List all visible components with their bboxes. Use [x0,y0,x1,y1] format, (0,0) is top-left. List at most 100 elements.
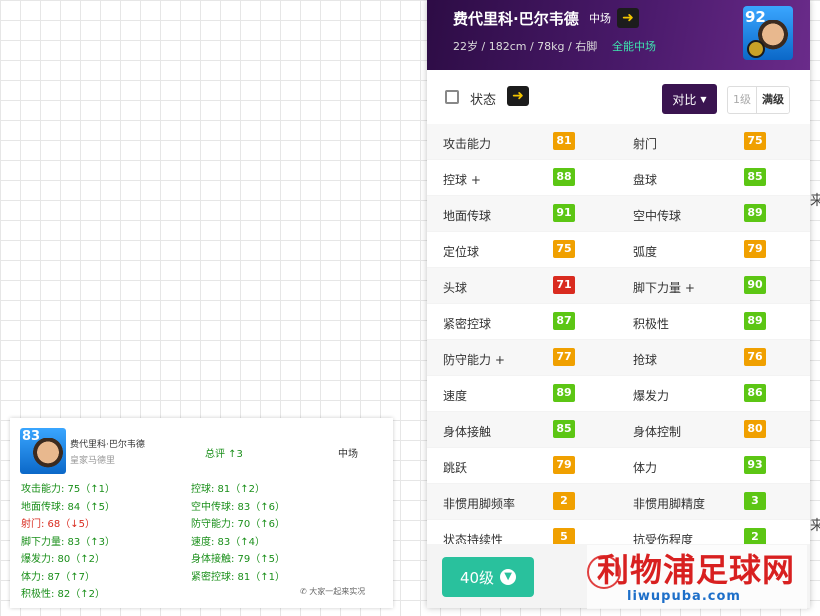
stat-cell: 脚下力量 + 90 [618,268,809,303]
stat-value-badge: 86 [744,384,766,402]
condition-icon [445,90,459,104]
stat-cell: 防守能力 + 77 [427,340,618,375]
stat-row: 地面传球 91 空中传球 89 [427,196,810,232]
level-select-button[interactable]: 40级 ▼ [442,557,534,597]
wechat-icon: ✆ [300,587,310,596]
mini-stat: 攻击能力: 75（↑1） [21,484,116,495]
mini-stat: 紧密控球: 81（↑1） [191,571,286,583]
stat-value-badge: 85 [744,168,766,186]
stat-label: 速度 [443,389,468,403]
stat-value-badge: 89 [744,312,766,330]
stat-label: 盘球 [633,173,658,187]
player-panel: 费代里科·巴尔韦德 中场 ➜ 22岁 / 182cm / 78kg / 右脚 全… [427,0,810,608]
stat-cell: 空中传球 89 [618,196,809,231]
stat-label: 身体控制 [633,425,682,439]
stat-cell: 非惯用脚频率 2 [427,484,618,519]
stat-value-badge: 79 [744,240,766,258]
stat-cell: 攻击能力 81 [427,124,618,159]
stat-value-badge: 88 [553,168,575,186]
stat-label: 攻击能力 [443,137,492,151]
mini-stat: 地面传球: 84（↑5） [21,501,116,513]
watermark-url: liwupuba.com [627,589,741,604]
level-button-label: 40级 [459,568,495,587]
stat-value-badge: 90 [744,276,766,294]
level-1-option[interactable]: 1级 [728,87,756,113]
wechat-text: 大家一起来实况 [309,587,366,596]
mini-card-image: 83 [20,428,66,474]
mini-player-card: 83 费代里科·巴尔韦德 皇家马德里 总评 ↑3 中场 攻击能力: 75（↑1）… [10,418,393,608]
stat-label: 控球 + [443,173,481,187]
stat-label: 地面传球 [443,209,492,223]
stat-cell: 非惯用脚精度 3 [618,484,809,519]
state-arrow-icon[interactable]: ➜ [507,86,529,106]
state-label: 状态 [470,93,497,108]
stat-cell: 头球 71 [427,268,618,303]
stat-row: 紧密控球 87 积极性 89 [427,304,810,340]
player-header: 费代里科·巴尔韦德 中场 ➜ 22岁 / 182cm / 78kg / 右脚 全… [427,0,810,70]
mini-stat: 体力: 87（↑7） [21,571,96,583]
stat-value-badge: 79 [553,456,575,474]
stat-label: 脚下力量 + [633,281,695,295]
stat-label: 射门 [633,137,658,151]
stats-table: 攻击能力 81 射门 75 控球 + 88 盘球 85 地面传球 91 空中传球 89 定位球 75 弧度 7… [427,124,810,556]
stat-value-badge: 81 [553,132,575,150]
stat-value-badge: 2 [553,492,575,510]
stat-value-badge: 93 [744,456,766,474]
stat-value-badge: 89 [553,384,575,402]
mini-stat: 爆发力: 80（↑2） [21,554,106,565]
stat-row: 非惯用脚频率 2 非惯用脚精度 3 [427,484,810,520]
mini-stat: 空中传球: 83（↑6） [191,501,286,513]
stat-row: 身体接触 85 身体控制 80 [427,412,810,448]
stat-value-badge: 91 [553,204,575,222]
stat-value-badge: 75 [553,240,575,258]
stat-label: 非惯用脚精度 [633,497,706,511]
stat-label: 非惯用脚频率 [443,497,516,511]
stat-label: 体力 [633,461,658,475]
stat-cell: 弧度 79 [618,232,809,267]
stat-value-badge: 89 [744,204,766,222]
mini-avatar [32,438,64,474]
stat-label: 头球 [443,281,468,295]
watermark-title: 利物浦足球网 [597,551,796,589]
stat-cell: 地面传球 91 [427,196,618,231]
mini-stat: 速度: 83（↑4） [191,536,266,548]
stat-cell: 积极性 89 [618,304,809,339]
stat-label: 积极性 [633,317,670,331]
stat-value-badge: 77 [553,348,575,366]
stat-row: 速度 89 爆发力 86 [427,376,810,412]
stat-label: 抢球 [633,353,658,367]
stat-cell: 身体接触 85 [427,412,618,447]
stat-row: 防守能力 + 77 抢球 76 [427,340,810,376]
compare-button[interactable]: 对比 ▼ [662,84,717,114]
stat-row: 头球 71 脚下力量 + 90 [427,268,810,304]
stat-row: 控球 + 88 盘球 85 [427,160,810,196]
stat-cell: 体力 93 [618,448,809,483]
player-role: 全能中场 [612,40,656,53]
stat-cell: 爆发力 86 [618,376,809,411]
wechat-label: ✆ 大家一起来实况 [300,586,365,597]
edge-fragment: 来 [810,193,820,209]
stat-label: 空中传球 [633,209,682,223]
stat-cell: 定位球 75 [427,232,618,267]
stat-row: 定位球 75 弧度 79 [427,232,810,268]
stat-label: 爆发力 [633,389,670,403]
mini-position: 中场 [338,449,358,460]
player-card: 92 [743,6,793,60]
player-position: 中场 [589,12,611,25]
state-bar: 状态 ➜ 对比 ▼ 1级 满级 [427,70,810,125]
club-badge-icon [747,40,765,58]
stat-label: 弧度 [633,245,658,259]
level-toggle[interactable]: 1级 满级 [727,86,790,114]
stat-label: 防守能力 + [443,353,505,367]
arrow-right-icon[interactable]: ➜ [617,8,639,28]
stat-label: 跳跃 [443,461,468,475]
compare-label: 对比 [672,92,697,107]
mini-name: 费代里科·巴尔韦德 [70,440,145,450]
stat-cell: 盘球 85 [618,160,809,195]
mini-stat: 脚下力量: 83（↑3） [21,536,116,548]
level-max-option[interactable]: 满级 [756,87,789,113]
stat-cell: 抢球 76 [618,340,809,375]
mini-stat: 积极性: 82（↑2） [21,589,106,600]
player-name: 费代里科·巴尔韦德 [453,10,579,28]
stat-cell: 射门 75 [618,124,809,159]
